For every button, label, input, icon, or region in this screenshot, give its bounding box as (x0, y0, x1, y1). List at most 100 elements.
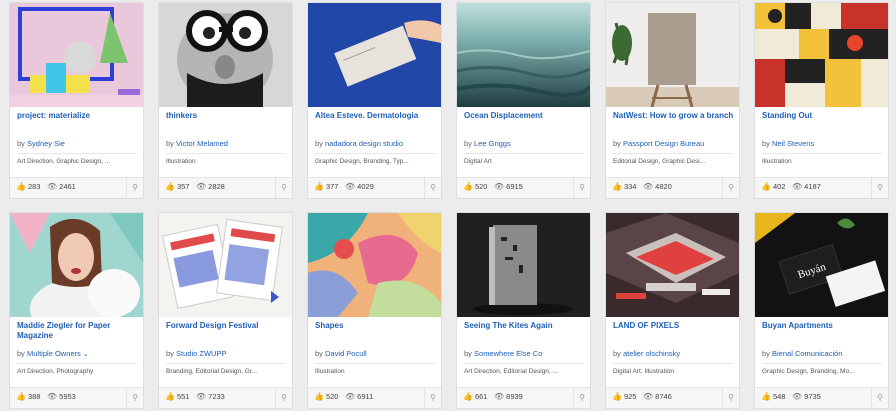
project-card[interactable]: Altea Esteve. Dermatologia by nadadora d… (307, 2, 442, 199)
likes-count: 334 (623, 182, 637, 191)
project-fields: Art Direction, Photography (17, 368, 94, 375)
project-title[interactable]: thinkers (166, 111, 288, 121)
owner-link[interactable]: atelier olschinsky (623, 349, 680, 358)
project-card[interactable]: Seeing The Kites Again by Somewhere Else… (456, 212, 591, 409)
owner-link[interactable]: Lee Griggs (474, 139, 511, 148)
project-thumbnail[interactable] (10, 213, 143, 317)
project-owner-line: by Victor Melamed (166, 139, 290, 148)
pin-icon[interactable]: ⚲ (871, 388, 888, 408)
likes-stat: 👍 334 (612, 182, 636, 191)
pin-icon[interactable]: ⚲ (275, 388, 292, 408)
pin-icon[interactable]: ⚲ (573, 178, 590, 198)
chevron-down-icon[interactable]: ⌄ (83, 351, 89, 358)
project-title[interactable]: Seeing The Kites Again (464, 321, 586, 331)
card-footer: 👍 520 👁 6911 ⚲ (308, 387, 441, 408)
project-thumbnail[interactable] (308, 213, 441, 317)
project-card[interactable]: LAND OF PIXELS by atelier olschinsky Dig… (605, 212, 740, 409)
by-label: by (315, 139, 323, 148)
project-card[interactable]: project: materialize by Sydney Sie Art D… (9, 2, 144, 199)
pin-icon[interactable]: ⚲ (424, 178, 441, 198)
thumbs-up-icon: 👍 (463, 182, 473, 191)
owner-link[interactable]: Passport Design Bureau (623, 139, 704, 148)
project-fields: Illustration (762, 158, 792, 165)
project-thumbnail[interactable] (457, 3, 590, 107)
project-fields: Illustration (315, 368, 345, 375)
thumbs-up-icon: 👍 (16, 392, 26, 401)
pin-icon[interactable]: ⚲ (275, 178, 292, 198)
pin-icon[interactable]: ⚲ (722, 388, 739, 408)
views-stat: 👁 2828 (196, 182, 225, 191)
project-title[interactable]: Shapes (315, 321, 437, 331)
views-stat: 👁 6911 (345, 392, 373, 401)
project-thumbnail[interactable] (606, 3, 739, 107)
card-footer: 👍 377 👁 4029 ⚲ (308, 177, 441, 198)
project-thumbnail[interactable] (308, 3, 441, 107)
project-thumbnail[interactable] (755, 3, 888, 107)
project-fields: Digital Art, Illustration (613, 368, 675, 375)
owner-link[interactable]: David Pocull (325, 349, 367, 358)
project-fields: Digital Art (464, 158, 492, 165)
owner-link[interactable]: Victor Melamed (176, 139, 228, 148)
project-card[interactable]: Buyán Buyan Apartments by Bienal Comunic… (754, 212, 889, 409)
project-thumbnail[interactable] (457, 213, 590, 317)
project-title[interactable]: Forward Design Festival (166, 321, 288, 331)
project-card[interactable]: Shapes by David Pocull Illustration 👍 520… (307, 212, 442, 409)
project-card[interactable]: thinkers by Victor Melamed Illustration … (158, 2, 293, 199)
eye-icon: 👁 (494, 182, 505, 191)
project-thumbnail[interactable] (159, 3, 292, 107)
owner-link[interactable]: nadadora design studio (325, 139, 403, 148)
owner-link[interactable]: Sydney Sie (27, 139, 65, 148)
divider (762, 363, 882, 364)
project-title[interactable]: Standing Out (762, 111, 884, 121)
project-title[interactable]: Ocean Displacement (464, 111, 586, 121)
project-thumbnail[interactable]: Buyán (755, 213, 888, 317)
pin-icon[interactable]: ⚲ (871, 178, 888, 198)
pin-icon[interactable]: ⚲ (424, 388, 441, 408)
likes-stat: 👍 925 (612, 392, 636, 401)
likes-stat: 👍 388 (16, 392, 40, 401)
project-card[interactable]: Maddie Ziegler for Paper Magazine by Mul… (9, 212, 144, 409)
owner-link[interactable]: Studio ZWUPP (176, 349, 226, 358)
project-title[interactable]: Altea Esteve. Dermatologia (315, 111, 437, 121)
project-thumbnail[interactable] (159, 213, 292, 317)
pin-icon[interactable]: ⚲ (722, 178, 739, 198)
project-card[interactable]: NatWest: How to grow a branch by Passpor… (605, 2, 740, 199)
owner-link[interactable]: Bienal Comunicación (772, 349, 842, 358)
divider (613, 153, 733, 154)
project-title[interactable]: LAND OF PIXELS (613, 321, 735, 331)
eye-icon: 👁 (792, 392, 803, 401)
project-owner-line: by Neil Stevens (762, 139, 886, 148)
project-title[interactable]: Maddie Ziegler for Paper Magazine (17, 321, 139, 341)
views-stat: 👁 4187 (792, 182, 821, 191)
owner-link[interactable]: Somewhere Else Co (474, 349, 542, 358)
project-title[interactable]: NatWest: How to grow a branch (613, 111, 735, 121)
thumbs-up-icon: 👍 (314, 392, 324, 401)
project-thumbnail[interactable] (10, 3, 143, 107)
owner-link[interactable]: Multiple Owners (27, 349, 81, 358)
pin-icon[interactable]: ⚲ (573, 388, 590, 408)
eye-icon: 👁 (345, 392, 356, 401)
project-title[interactable]: Buyan Apartments (762, 321, 884, 331)
views-count: 6915 (506, 182, 523, 191)
by-label: by (17, 139, 25, 148)
pin-icon[interactable]: ⚲ (126, 178, 143, 198)
eye-icon: 👁 (792, 182, 803, 191)
owner-link[interactable]: Neil Stevens (772, 139, 814, 148)
by-label: by (613, 139, 621, 148)
project-card[interactable]: Forward Design Festival by Studio ZWUPP … (158, 212, 293, 409)
project-card[interactable]: Standing Out by Neil Stevens Illustratio… (754, 2, 889, 199)
divider (613, 363, 733, 364)
divider (464, 363, 584, 364)
views-stat: 👁 5953 (47, 392, 76, 401)
views-count: 2461 (59, 182, 76, 191)
pin-icon[interactable]: ⚲ (126, 388, 143, 408)
likes-count: 283 (27, 182, 41, 191)
by-label: by (17, 349, 25, 358)
project-title[interactable]: project: materialize (17, 111, 139, 121)
project-grid: project: materialize by Sydney Sie Art D… (0, 0, 896, 411)
likes-count: 520 (474, 182, 488, 191)
likes-count: 551 (176, 392, 190, 401)
project-card[interactable]: Ocean Displacement by Lee Griggs Digital… (456, 2, 591, 199)
project-owner-line: by atelier olschinsky (613, 349, 737, 358)
project-thumbnail[interactable] (606, 213, 739, 317)
